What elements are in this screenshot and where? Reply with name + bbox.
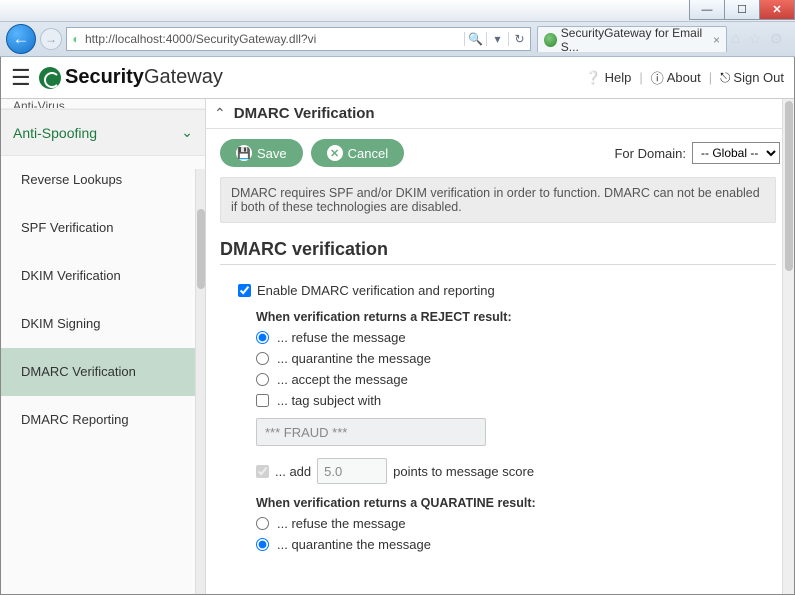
sidebar-scrollbar[interactable] — [195, 169, 205, 594]
cancel-icon: ✕ — [327, 145, 343, 161]
cancel-button[interactable]: ✕ Cancel — [311, 139, 404, 167]
reject-tag-label: ... tag subject with — [277, 393, 381, 408]
signout-icon: ⎋ — [720, 70, 730, 86]
quar-quarantine-row[interactable]: ... quarantine the message — [256, 537, 776, 552]
reject-tag-checkbox[interactable] — [256, 394, 269, 407]
sidebar-section-antispoofing[interactable]: Anti-Spoofing ⌄ — [1, 109, 205, 156]
app-body: Anti-Virus Anti-Spoofing ⌄ Reverse Looku… — [1, 99, 794, 594]
reject-refuse-row[interactable]: ... refuse the message — [256, 330, 776, 345]
home-icon[interactable]: ⌂ — [731, 30, 740, 48]
info-icon: ⓘ — [651, 68, 664, 87]
reject-accept-radio[interactable] — [256, 373, 269, 386]
save-button[interactable]: 💾 Save — [220, 139, 303, 167]
reject-score-post-label: points to message score — [393, 464, 534, 479]
form-block: Enable DMARC verification and reporting … — [220, 269, 776, 552]
notice-banner: DMARC requires SPF and/or DKIM verificat… — [220, 177, 776, 223]
reject-tag-row[interactable]: ... tag subject with — [256, 393, 776, 408]
menu-icon[interactable]: ☰ — [11, 65, 35, 91]
main-scrollbar[interactable] — [782, 99, 794, 594]
sidebar-item-dmarc-verification[interactable]: DMARC Verification — [1, 348, 205, 396]
sidebar-section-label: Anti-Spoofing — [13, 125, 97, 141]
window-controls: — ☐ ✕ — [0, 0, 795, 22]
logo-icon — [39, 67, 61, 89]
signout-link[interactable]: ⎋Sign Out — [720, 70, 784, 86]
for-domain-label: For Domain: — [614, 146, 686, 161]
reject-refuse-label: ... refuse the message — [277, 330, 406, 345]
collapse-chevron-icon[interactable]: ⌃ — [214, 105, 226, 122]
content-area: DMARC requires SPF and/or DKIM verificat… — [206, 177, 794, 594]
main-header: ⌃ DMARC Verification — [206, 99, 794, 129]
reject-quarantine-radio[interactable] — [256, 352, 269, 365]
sidebar-item-spf-verification[interactable]: SPF Verification — [1, 204, 205, 252]
section-title: DMARC verification — [220, 239, 776, 265]
site-icon: ◐ — [67, 32, 85, 46]
reject-quarantine-row[interactable]: ... quarantine the message — [256, 351, 776, 366]
reject-score-row: ... add points to message score — [256, 458, 776, 484]
browser-toolbar-icons: ⌂ ☆ ⚙ — [731, 30, 789, 48]
enable-dmarc-label: Enable DMARC verification and reporting — [257, 283, 495, 298]
action-bar: 💾 Save ✕ Cancel For Domain: -- Global -- — [206, 129, 794, 177]
refresh-icon[interactable]: ↻ — [508, 32, 530, 46]
window-close-button[interactable]: ✕ — [759, 0, 795, 20]
favorites-icon[interactable]: ☆ — [748, 30, 761, 48]
tab-favicon — [544, 33, 557, 47]
tools-icon[interactable]: ⚙ — [770, 30, 783, 48]
quar-refuse-label: ... refuse the message — [277, 516, 406, 531]
sidebar-scroll-thumb[interactable] — [197, 209, 205, 289]
address-bar[interactable]: ◐ http://localhost:4000/SecurityGateway.… — [66, 27, 531, 51]
save-icon: 💾 — [236, 145, 252, 161]
dropdown-icon[interactable]: ▾ — [486, 32, 508, 46]
reject-refuse-radio[interactable] — [256, 331, 269, 344]
tab-close-icon[interactable]: × — [713, 33, 720, 47]
help-icon: ❔ — [585, 70, 601, 86]
reject-heading: When verification returns a REJECT resul… — [256, 310, 776, 324]
url-text[interactable]: http://localhost:4000/SecurityGateway.dl… — [85, 32, 464, 46]
nav-back-button[interactable]: ← — [6, 24, 36, 54]
help-link[interactable]: ❔Help — [585, 70, 631, 86]
quarantine-heading: When verification returns a QUARATINE re… — [256, 496, 776, 510]
window-maximize-button[interactable]: ☐ — [724, 0, 760, 20]
page: ☰ SecurityGateway ❔Help | ⓘAbout | ⎋Sign… — [0, 57, 795, 595]
reject-accept-row[interactable]: ... accept the message — [256, 372, 776, 387]
sidebar: Anti-Virus Anti-Spoofing ⌄ Reverse Looku… — [1, 99, 206, 594]
sidebar-item-reverse-lookups[interactable]: Reverse Lookups — [1, 156, 205, 204]
sidebar-item-dkim-signing[interactable]: DKIM Signing — [1, 300, 205, 348]
tab-title: SecurityGateway for Email S... — [561, 26, 709, 54]
quar-quarantine-radio[interactable] — [256, 538, 269, 551]
browser-tab[interactable]: SecurityGateway for Email S... × — [537, 26, 727, 52]
for-domain-group: For Domain: -- Global -- — [614, 142, 780, 164]
search-icon[interactable]: 🔍 — [464, 32, 486, 46]
sidebar-item-dmarc-reporting[interactable]: DMARC Reporting — [1, 396, 205, 444]
domain-select[interactable]: -- Global -- — [692, 142, 780, 164]
reject-tag-input[interactable] — [256, 418, 486, 446]
reject-score-pre-label: ... add — [275, 464, 311, 479]
quar-refuse-radio[interactable] — [256, 517, 269, 530]
reject-quarantine-label: ... quarantine the message — [277, 351, 431, 366]
nav-forward-button[interactable]: → — [40, 28, 62, 50]
about-link[interactable]: ⓘAbout — [651, 68, 701, 87]
window-minimize-button[interactable]: — — [689, 0, 725, 20]
enable-dmarc-row[interactable]: Enable DMARC verification and reporting — [238, 283, 776, 298]
quar-refuse-row[interactable]: ... refuse the message — [256, 516, 776, 531]
quar-quarantine-label: ... quarantine the message — [277, 537, 431, 552]
page-title: DMARC Verification — [234, 105, 375, 122]
enable-dmarc-checkbox[interactable] — [238, 284, 251, 297]
app-logo[interactable]: SecurityGateway — [39, 66, 223, 89]
reject-score-checkbox[interactable] — [256, 465, 269, 478]
reject-score-input[interactable] — [317, 458, 387, 484]
logo-text: SecurityGateway — [65, 66, 223, 89]
main-panel: ⌃ DMARC Verification 💾 Save ✕ Cancel For… — [206, 99, 794, 594]
app-header: ☰ SecurityGateway ❔Help | ⓘAbout | ⎋Sign… — [1, 57, 794, 99]
sidebar-prev-section[interactable]: Anti-Virus — [1, 99, 205, 109]
browser-chrome: — ☐ ✕ ← → ◐ http://localhost:4000/Securi… — [0, 0, 795, 57]
header-links: ❔Help | ⓘAbout | ⎋Sign Out — [585, 68, 784, 87]
main-scroll-thumb[interactable] — [785, 101, 793, 271]
chevron-down-icon: ⌄ — [181, 124, 193, 141]
sidebar-item-dkim-verification[interactable]: DKIM Verification — [1, 252, 205, 300]
reject-accept-label: ... accept the message — [277, 372, 408, 387]
